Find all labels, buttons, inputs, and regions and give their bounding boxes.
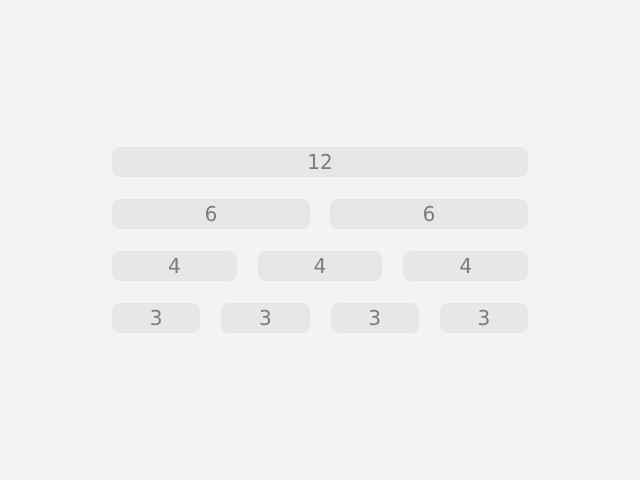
grid-cell-span-6: 6	[330, 199, 528, 229]
grid-cell-span-12: 12	[112, 147, 528, 177]
grid-row-6: 6 6	[112, 199, 528, 229]
grid-row-3: 3 3 3 3	[112, 303, 528, 333]
column-grid-demo: 12 6 6 4 4 4 3 3 3 3	[112, 147, 529, 333]
grid-cell-span-4: 4	[257, 251, 383, 281]
grid-cell-span-6: 6	[112, 199, 310, 229]
grid-row-4: 4 4 4	[112, 251, 529, 281]
grid-cell-span-3: 3	[221, 303, 310, 333]
grid-cell-span-3: 3	[330, 303, 419, 333]
grid-cell-span-3: 3	[439, 303, 528, 333]
grid-row-12: 12	[112, 147, 528, 177]
grid-cell-span-3: 3	[112, 303, 201, 333]
grid-cell-span-4: 4	[403, 251, 529, 281]
grid-cell-span-4: 4	[112, 251, 237, 281]
